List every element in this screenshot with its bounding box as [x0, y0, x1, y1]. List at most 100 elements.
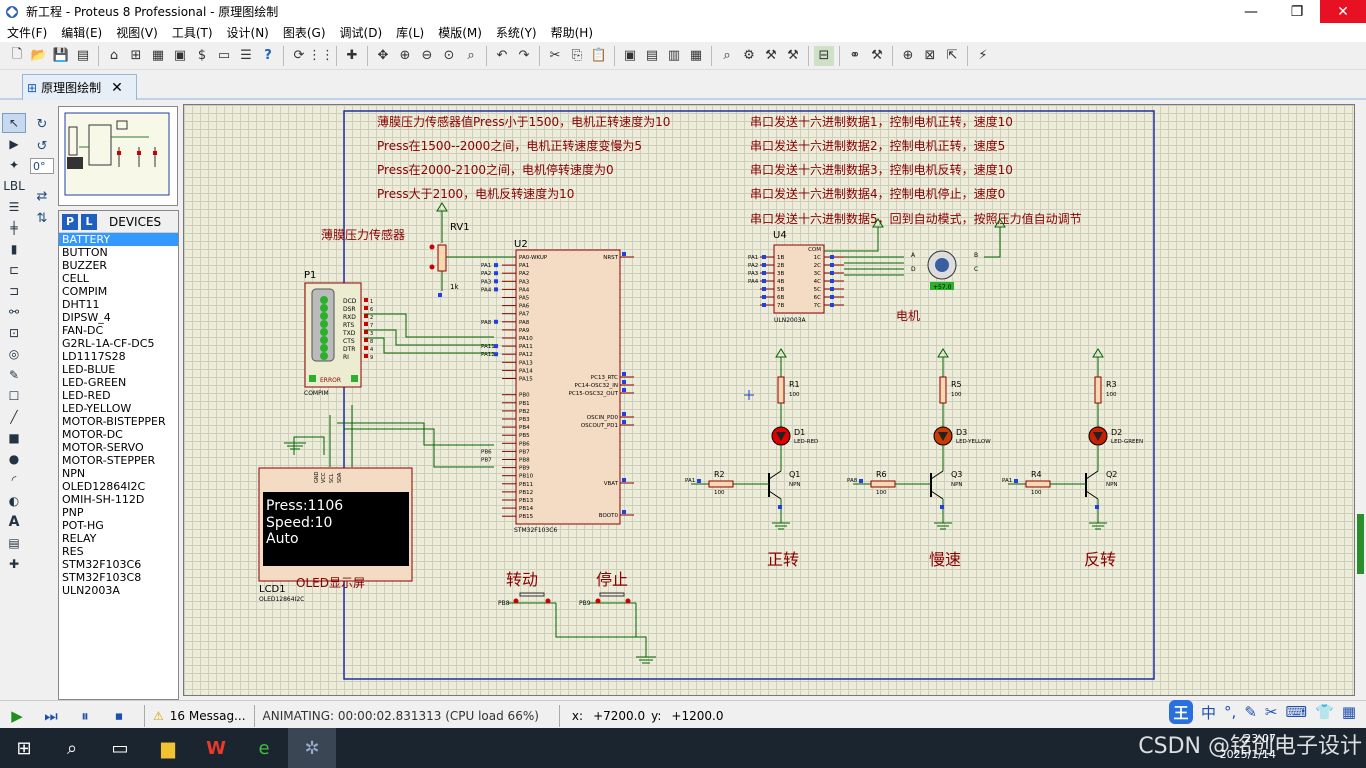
import-icon[interactable]: ▤	[73, 46, 93, 66]
device-list-item[interactable]: MOTOR-BISTEPPER	[59, 415, 178, 428]
device-list-item[interactable]: POT-HG	[59, 519, 178, 532]
schematic-icon[interactable]: ⊞	[126, 46, 146, 66]
device-list-item[interactable]: MOTOR-STEPPER	[59, 454, 178, 467]
menu-view[interactable]: 视图(V)	[109, 24, 165, 41]
block-delete-icon[interactable]: ▦	[686, 46, 706, 66]
menu-template[interactable]: 模版(M)	[431, 24, 489, 41]
mcu-u2[interactable]: U2 PA0-WKUP PA1 PA1 PA2 PA2 PA3 PA3 PA4 PA4 PA5 PA…	[481, 239, 634, 534]
menu-tools[interactable]: 工具(T)	[165, 24, 220, 41]
start-icon[interactable]: ⊞	[0, 728, 48, 768]
terminal-icon[interactable]: ⊏	[2, 260, 26, 280]
design-explorer-icon[interactable]: ▭	[214, 46, 234, 66]
menu-file[interactable]: 文件(F)	[0, 24, 54, 41]
virtual-instrument-icon[interactable]: ☐	[2, 386, 26, 406]
step-button[interactable]: ⏭	[39, 705, 63, 727]
device-list-item[interactable]: BUZZER	[59, 259, 178, 272]
graph-icon[interactable]: ⚯	[2, 302, 26, 322]
open-folder-icon[interactable]: 📂	[29, 46, 49, 66]
grid-icon[interactable]: ⋮⋮	[308, 46, 334, 66]
ime-handwrite-icon[interactable]: ✎	[1244, 703, 1257, 721]
button-stop[interactable]: 停止 PB9	[579, 570, 636, 607]
pan-icon[interactable]: ✥	[373, 46, 393, 66]
device-list-item[interactable]: CELL	[59, 272, 178, 285]
ime-punctuation[interactable]: °,	[1224, 703, 1236, 721]
wps-icon[interactable]: W	[192, 728, 240, 768]
wire-label-icon[interactable]: LBL	[2, 176, 26, 196]
rotation-angle-field[interactable]: 0°	[30, 158, 54, 174]
device-list-item[interactable]: COMPIM	[59, 285, 178, 298]
text-script-icon[interactable]: ☰	[2, 197, 26, 217]
close-button[interactable]: ✕	[1320, 0, 1366, 23]
path-icon[interactable]: ◐	[2, 491, 26, 511]
symbol-icon[interactable]: ▤	[2, 533, 26, 553]
zoom-area-icon[interactable]: ⌕	[461, 46, 481, 66]
menu-design[interactable]: 设计(N)	[220, 24, 276, 41]
block-move-icon[interactable]: ▤	[642, 46, 662, 66]
subcircuit-icon[interactable]: ▮	[2, 239, 26, 259]
paste-icon[interactable]: 📋	[589, 46, 609, 66]
device-list-item[interactable]: RES	[59, 545, 178, 558]
remove-sheet-icon[interactable]: ⊠	[920, 46, 940, 66]
search-icon[interactable]: ⌕	[48, 728, 96, 768]
led-driver-3[interactable]: R3 100 D2 LED-GREEN Q2 NPN R4 100 PA1 反转	[1002, 348, 1143, 569]
vertical-scrollbar[interactable]	[1355, 104, 1366, 696]
task-view-icon[interactable]: ▭	[96, 728, 144, 768]
component-mode-icon[interactable]: ▶	[2, 134, 26, 154]
device-list-item[interactable]: NPN	[59, 467, 178, 480]
menu-graph[interactable]: 图表(G)	[276, 24, 333, 41]
led-driver-1[interactable]: R1 100 D1 LED-RED Q1 NPN R2 100 PA1 正转	[685, 348, 818, 569]
redo-icon[interactable]: ↷	[514, 46, 534, 66]
rotate-anticlockwise-icon[interactable]: ↺	[30, 136, 54, 156]
potentiometer-rv1[interactable]: RV1 1k	[429, 202, 470, 297]
menu-debug[interactable]: 调试(D)	[333, 24, 390, 41]
ime-chinese-mode[interactable]: 中	[1201, 702, 1216, 723]
voltage-probe-icon[interactable]: ✎	[2, 365, 26, 385]
oled-display-lcd1[interactable]: Press:1106 Speed:10 Auto LCD1 OLED12864I…	[258, 467, 413, 603]
pause-button[interactable]: ⏸	[73, 705, 97, 727]
junction-dot-icon[interactable]: ✦	[2, 155, 26, 175]
property-assign-icon[interactable]: ⚒	[867, 46, 887, 66]
browser-icon[interactable]: e	[240, 728, 288, 768]
ime-tools-icon[interactable]: ✂	[1265, 703, 1278, 721]
menu-library[interactable]: 库(L)	[389, 24, 431, 41]
search-tag-icon[interactable]: ⚭	[845, 46, 865, 66]
marker-icon[interactable]: ✚	[2, 554, 26, 574]
block-rotate-icon[interactable]: ▥	[664, 46, 684, 66]
device-list-item[interactable]: STM32F103C8	[59, 571, 178, 584]
save-icon[interactable]: 💾	[51, 46, 71, 66]
zoom-in-icon[interactable]: ⊕	[395, 46, 415, 66]
menu-system[interactable]: 系统(Y)	[489, 24, 544, 41]
cut-icon[interactable]: ✂	[545, 46, 565, 66]
device-list-item[interactable]: MOTOR-DC	[59, 428, 178, 441]
pick-device-button[interactable]: P	[62, 213, 78, 230]
gallery-icon[interactable]: ▣	[170, 46, 190, 66]
scrollbar-thumb[interactable]	[1357, 514, 1364, 574]
device-list-item[interactable]: MOTOR-SERVO	[59, 441, 178, 454]
device-list-item[interactable]: DHT11	[59, 298, 178, 311]
line-icon[interactable]: ╱	[2, 407, 26, 427]
library-manager-button[interactable]: L	[81, 213, 97, 230]
device-list-item[interactable]: ULN2003A	[59, 584, 178, 597]
decompose-icon[interactable]: ⚒	[783, 46, 803, 66]
zoom-all-icon[interactable]: ⊙	[439, 46, 459, 66]
circle-icon[interactable]: ●	[2, 449, 26, 469]
maximize-button[interactable]: ❐	[1274, 0, 1320, 23]
device-list-item[interactable]: BUTTON	[59, 246, 178, 259]
device-list-item[interactable]: BATTERY	[59, 233, 178, 246]
bus-icon[interactable]: ╪	[2, 218, 26, 238]
play-button[interactable]: ▶	[5, 705, 29, 727]
device-list-item[interactable]: FAN-DC	[59, 324, 178, 337]
exit-to-parent-icon[interactable]: ⇱	[942, 46, 962, 66]
netlist-icon[interactable]: ⚡	[973, 46, 993, 66]
device-list-item[interactable]: LED-BLUE	[59, 363, 178, 376]
overview-window[interactable]	[58, 106, 178, 206]
device-list-item[interactable]: LED-RED	[59, 389, 178, 402]
ime-skin-icon[interactable]: 👕	[1315, 703, 1334, 721]
driver-u4[interactable]: U4 1B 1C PA1 2B 2C PA2 3B 3C PA3 4B 4C PA4 5B 5C 6B 6C 7…	[748, 230, 844, 324]
home-icon[interactable]: ⌂	[104, 46, 124, 66]
stop-button[interactable]: ⏹	[107, 705, 131, 727]
new-file-icon[interactable]: 🗋	[7, 46, 27, 66]
refresh-icon[interactable]: ⟳	[289, 46, 309, 66]
generator-icon[interactable]: ◎	[2, 344, 26, 364]
ime-logo-icon[interactable]: 王	[1169, 700, 1194, 724]
